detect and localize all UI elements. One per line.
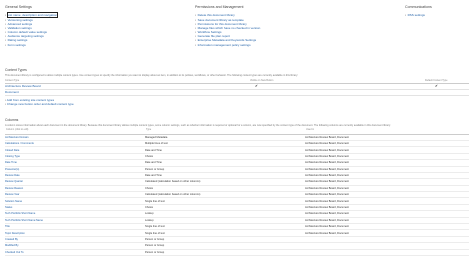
columns-section: Columns A column stores information abou…	[5, 118, 469, 257]
content-type-row: Document	[5, 90, 469, 96]
content-types-description: This document library is configured to a…	[5, 73, 299, 77]
columns-title: Columns	[5, 118, 19, 122]
content-types-title: Content Types	[5, 68, 27, 72]
link-label[interactable]: Information management policy settings	[198, 43, 251, 47]
link-label[interactable]: Form settings	[8, 43, 26, 47]
bullet-icon: ▪	[5, 42, 7, 47]
communications-list: ▪ RSS settings	[405, 13, 469, 17]
bullet-icon: ▪	[5, 17, 7, 22]
content-type-link[interactable]: Architecture Review Board	[5, 84, 41, 89]
communications-heading: Communications	[405, 5, 432, 9]
content-type-link[interactable]: Document	[5, 90, 19, 95]
column-type: Person or Group	[145, 249, 305, 257]
bullet-icon: ▪	[5, 13, 7, 18]
link-form-settings[interactable]: ▪ Form settings	[5, 43, 155, 47]
action-change-new-button-order-and-default-content-type[interactable]: ▪ Change new button order and default co…	[5, 102, 469, 106]
column-used-in	[305, 249, 469, 257]
checkmark-icon: ✔	[435, 83, 439, 88]
link-rss-settings[interactable]: ▪ RSS settings	[405, 13, 469, 17]
permissions-section: Permissions and Management ▪ Delete this …	[195, 5, 365, 47]
bullet-icon: ▪	[195, 38, 197, 43]
bullet-icon: ▪	[405, 13, 407, 18]
permissions-list: ▪ Delete this document library ▪ Save docum…	[195, 13, 365, 47]
content-type-actions: ▪ Add from existing site content types ▪ …	[5, 98, 469, 106]
content-types-section: Content Types This document library is c…	[5, 68, 469, 106]
column-row: Checked Out To Person or Group	[5, 249, 469, 257]
column-name-header: Column (click to edit)	[5, 126, 145, 135]
column-used-in-header: Used in	[305, 126, 469, 135]
content-types-rows: Architecture Review Board ✔ ✔ Document	[5, 84, 469, 96]
checkmark-icon: ✔	[255, 83, 259, 88]
bullet-icon: ▪	[5, 38, 7, 43]
default-col-header: Default Content Type	[425, 78, 448, 82]
link-information-management-policy-settings[interactable]: ▪ Information management policy settings	[195, 43, 365, 47]
permissions-heading: Permissions and Management	[195, 5, 244, 9]
bullet-icon: ▪	[195, 42, 197, 47]
columns-header-row: Column (click to edit) Type Used in	[5, 126, 469, 135]
columns-table: Column (click to edit) Type Used in Arch…	[5, 126, 469, 257]
column-type-header: Type	[145, 126, 305, 135]
general-settings-heading: General Settings	[5, 5, 32, 9]
general-settings-section: General Settings ▪ List name, description…	[5, 5, 155, 47]
columns-table-body: Architecture Domain Managed Metadata Archi…	[5, 134, 469, 257]
bullet-icon: ▪	[195, 17, 197, 22]
bullet-icon: ▪	[195, 13, 197, 18]
action-label[interactable]: Change new button order and default cont…	[7, 102, 74, 106]
general-settings-list: ▪ List name, description and navigation ▪ V…	[5, 12, 155, 47]
link-label[interactable]: RSS settings	[408, 13, 425, 17]
visible-col-header: Visible on New Button	[250, 78, 274, 82]
column-name-link[interactable]: Checked Out To	[5, 249, 145, 257]
communications-section: Communications ▪ RSS settings	[405, 5, 469, 18]
content-type-col-header: Content Type	[5, 78, 20, 82]
library-settings-page: General Settings ▪ List name, description…	[0, 0, 474, 270]
